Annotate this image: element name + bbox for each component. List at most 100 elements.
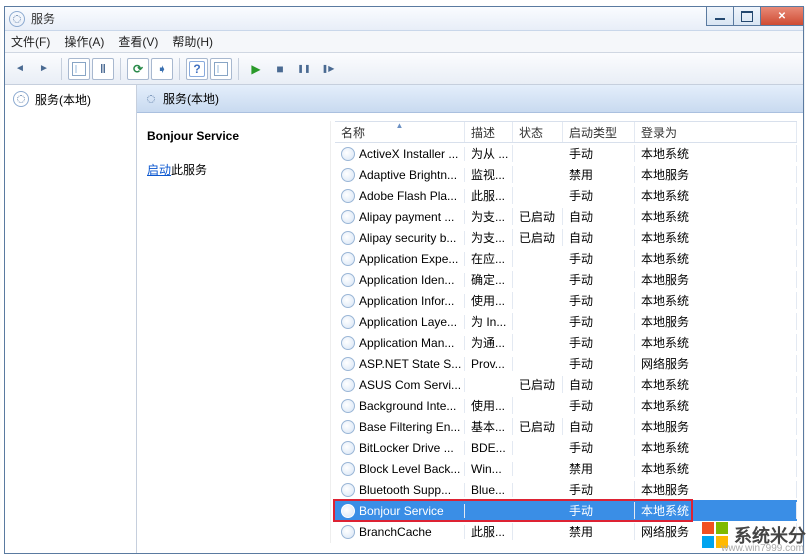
cell-name: Adobe Flash Pla...: [359, 189, 457, 203]
cell-logon: 本地服务: [635, 481, 797, 498]
service-icon: [341, 252, 355, 266]
sort-asc-icon: ▲: [396, 121, 404, 130]
start-service-link[interactable]: 启动: [147, 163, 171, 177]
pause-service-button[interactable]: [293, 58, 315, 80]
cell-type: 手动: [563, 481, 635, 498]
cell-logon: 本地服务: [635, 313, 797, 330]
nav-services-local[interactable]: 服务(本地): [35, 91, 91, 108]
service-icon: [341, 147, 355, 161]
column-headers[interactable]: 名称▲ 描述 状态 启动类型 登录为: [335, 121, 797, 143]
table-row[interactable]: ASP.NET State S...Prov...手动网络服务: [335, 353, 797, 374]
service-icon: [341, 483, 355, 497]
menu-help[interactable]: 帮助(H): [172, 33, 213, 50]
table-row[interactable]: Alipay security b...为支...已启动自动本地系统: [335, 227, 797, 248]
cell-logon: 本地系统: [635, 208, 797, 225]
view-button[interactable]: [210, 58, 232, 80]
cell-name: BitLocker Drive ...: [359, 441, 454, 455]
gear-icon: [147, 95, 155, 103]
cell-type: 手动: [563, 502, 635, 519]
table-row[interactable]: BitLocker Drive ...BDE...手动本地系统: [335, 437, 797, 458]
cell-desc: 此服...: [465, 523, 513, 540]
table-row[interactable]: Application Laye...为 In...手动本地服务: [335, 311, 797, 332]
cell-desc: 为从 ...: [465, 145, 513, 162]
service-icon: [341, 462, 355, 476]
minimize-button[interactable]: [706, 6, 734, 26]
stop-service-button[interactable]: [269, 58, 291, 80]
service-icon: [341, 504, 355, 518]
service-icon: [341, 315, 355, 329]
menu-action[interactable]: 操作(A): [64, 33, 104, 50]
table-row[interactable]: Background Inte...使用...手动本地系统: [335, 395, 797, 416]
table-row[interactable]: ActiveX Installer ...为从 ...手动本地系统: [335, 143, 797, 164]
cell-type: 禁用: [563, 523, 635, 540]
service-icon: [341, 420, 355, 434]
maximize-button[interactable]: [733, 6, 761, 26]
service-icon: [341, 336, 355, 350]
col-name[interactable]: 名称▲: [335, 122, 465, 142]
service-icon: [341, 168, 355, 182]
table-row[interactable]: Application Expe...在应...手动本地系统: [335, 248, 797, 269]
table-row[interactable]: Application Iden...确定...手动本地服务: [335, 269, 797, 290]
titlebar[interactable]: 服务: [5, 7, 803, 31]
menu-file[interactable]: 文件(F): [11, 33, 50, 50]
cell-name: Application Expe...: [359, 252, 458, 266]
help-button[interactable]: [186, 58, 208, 80]
cell-desc: 监视...: [465, 166, 513, 183]
col-status[interactable]: 状态: [513, 122, 563, 142]
table-row[interactable]: Adobe Flash Pla...此服...手动本地系统: [335, 185, 797, 206]
cell-type: 手动: [563, 187, 635, 204]
close-button[interactable]: [760, 6, 804, 26]
back-button[interactable]: [9, 58, 31, 80]
cell-type: 手动: [563, 145, 635, 162]
table-row[interactable]: Bluetooth Supp...Blue...手动本地服务: [335, 479, 797, 500]
table-row[interactable]: Application Infor...使用...手动本地系统: [335, 290, 797, 311]
cell-name: BranchCache: [359, 525, 432, 539]
cell-logon: 本地系统: [635, 229, 797, 246]
service-icon: [341, 231, 355, 245]
menubar: 文件(F) 操作(A) 查看(V) 帮助(H): [5, 31, 803, 53]
restart-service-button[interactable]: [317, 58, 339, 80]
watermark-url: www.win7999.com: [721, 543, 804, 554]
cell-status: 已启动: [513, 376, 563, 393]
cell-desc: Prov...: [465, 357, 513, 371]
services-window: 服务 文件(F) 操作(A) 查看(V) 帮助(H) 服务(本地): [4, 6, 804, 554]
table-row[interactable]: Adaptive Brightn...监视...禁用本地服务: [335, 164, 797, 185]
col-logon-as[interactable]: 登录为: [635, 122, 797, 142]
cell-type: 手动: [563, 292, 635, 309]
cell-name: ASP.NET State S...: [359, 357, 461, 371]
table-row[interactable]: Block Level Back...Win...禁用本地系统: [335, 458, 797, 479]
cell-type: 手动: [563, 355, 635, 372]
show-hide-tree-button[interactable]: [68, 58, 90, 80]
cell-type: 禁用: [563, 460, 635, 477]
col-startup-type[interactable]: 启动类型: [563, 122, 635, 142]
menu-view[interactable]: 查看(V): [118, 33, 158, 50]
service-list[interactable]: 名称▲ 描述 状态 启动类型 登录为 ActiveX Installer ...…: [335, 121, 797, 543]
table-row[interactable]: Base Filtering En...基本...已启动自动本地服务: [335, 416, 797, 437]
start-service-button[interactable]: [245, 58, 267, 80]
service-icon: [341, 189, 355, 203]
forward-button[interactable]: [33, 58, 55, 80]
start-service-line: 启动此服务: [147, 161, 326, 178]
table-row[interactable]: Bonjour Service手动本地系统: [335, 500, 797, 521]
service-icon: [341, 399, 355, 413]
table-row[interactable]: Alipay payment ...为支...已启动自动本地系统: [335, 206, 797, 227]
table-row[interactable]: ASUS Com Servi...已启动自动本地系统: [335, 374, 797, 395]
tree-nav[interactable]: 服务(本地): [5, 85, 137, 553]
table-row[interactable]: Application Man...为通...手动本地系统: [335, 332, 797, 353]
col-desc[interactable]: 描述: [465, 122, 513, 142]
cell-name: ActiveX Installer ...: [359, 147, 458, 161]
cell-status: 已启动: [513, 229, 563, 246]
properties-button[interactable]: [92, 58, 114, 80]
export-list-button[interactable]: [151, 58, 173, 80]
cell-logon: 本地系统: [635, 292, 797, 309]
service-icon: [341, 525, 355, 539]
cell-name: Application Iden...: [359, 273, 454, 287]
cell-name: Application Man...: [359, 336, 454, 350]
cell-desc: 为支...: [465, 229, 513, 246]
cell-logon: 本地系统: [635, 460, 797, 477]
cell-name: Bluetooth Supp...: [359, 483, 451, 497]
cell-type: 手动: [563, 271, 635, 288]
cell-type: 手动: [563, 334, 635, 351]
cell-name: ASUS Com Servi...: [359, 378, 461, 392]
refresh-button[interactable]: [127, 58, 149, 80]
